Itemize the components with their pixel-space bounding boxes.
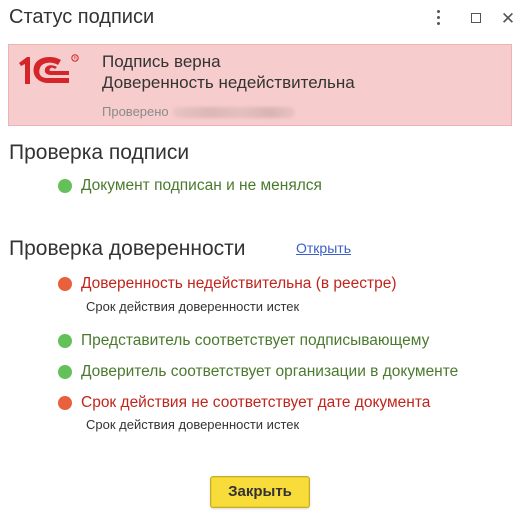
status-ok-icon (58, 365, 72, 379)
signature-check-item-text: Документ подписан и не менялся (81, 177, 322, 194)
signature-valid-text: Подпись верна (102, 52, 221, 71)
poa-check-heading: Проверка доверенности (9, 237, 246, 260)
poa-check-item-detail: Срок действия доверенности истек (86, 299, 300, 314)
checked-info: Проверено (102, 104, 295, 119)
open-poa-link[interactable]: Открыть (296, 240, 351, 256)
status-ok-icon (58, 179, 72, 193)
signature-check-heading: Проверка подписи (9, 141, 190, 164)
close-button[interactable]: Закрыть (210, 476, 310, 508)
status-error-icon (58, 277, 72, 291)
more-menu-icon[interactable] (428, 9, 448, 29)
poa-check-item-text: Доверитель соответствует организации в д… (81, 363, 459, 380)
close-icon[interactable]: ✕ (498, 9, 518, 29)
checked-label: Проверено (102, 104, 169, 119)
maximize-icon[interactable] (466, 9, 486, 29)
status-ok-icon (58, 334, 72, 348)
status-banner: R Подпись верна Доверенность недействите… (8, 44, 512, 126)
title-bar: Статус подписи ✕ (0, 0, 532, 38)
status-error-icon (58, 396, 72, 410)
redacted-timestamp (172, 107, 295, 119)
poa-check-item-text: Представитель соответствует подписывающе… (81, 332, 430, 349)
1c-logo: R (19, 54, 79, 84)
window-title: Статус подписи (9, 6, 155, 28)
poa-check-item-detail: Срок действия доверенности истек (86, 417, 300, 432)
poa-check-item-text: Срок действия не соответствует дате доку… (81, 394, 431, 411)
poa-invalid-text: Доверенность недействительна (102, 73, 355, 92)
poa-check-item-text: Доверенность недействительна (в реестре) (81, 275, 397, 292)
